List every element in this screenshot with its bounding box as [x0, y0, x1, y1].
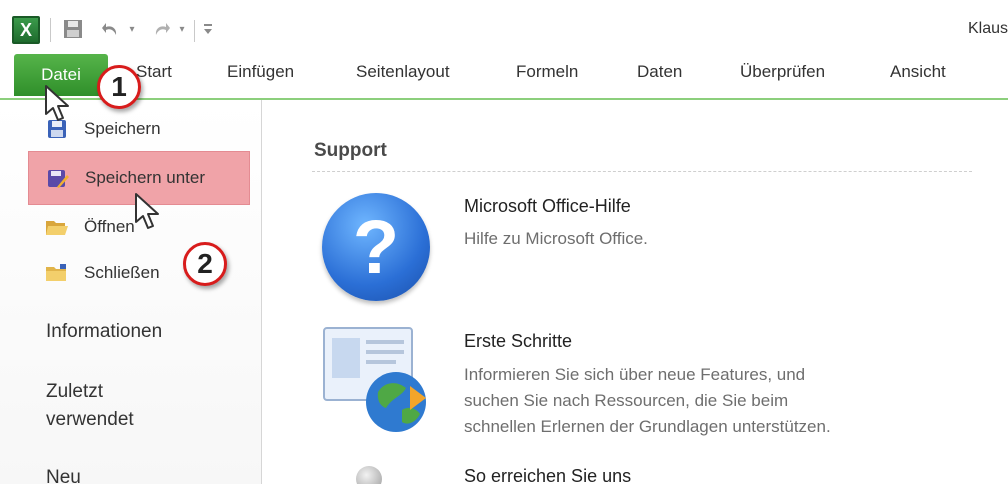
tab-daten[interactable]: Daten: [637, 62, 682, 82]
tab-ueberpruefen[interactable]: Überprüfen: [740, 62, 825, 82]
support-heading: Support: [314, 140, 387, 161]
save-icon[interactable]: [60, 16, 86, 42]
save-as-icon: [45, 167, 71, 189]
getting-started-title[interactable]: Erste Schritte: [464, 331, 572, 352]
nav-zuletzt-verwendet[interactable]: Zuletzt verwendet: [46, 378, 134, 434]
toolbar-divider: [50, 18, 51, 42]
nav-informationen[interactable]: Informationen: [46, 318, 162, 346]
mouse-cursor-icon: [134, 192, 164, 232]
customize-quick-access-icon[interactable]: [200, 16, 216, 42]
undo-icon[interactable]: [100, 16, 122, 42]
open-folder-icon: [44, 216, 70, 238]
tab-start[interactable]: Start: [136, 62, 172, 82]
getting-started-globe-icon[interactable]: [322, 326, 434, 438]
tab-einfuegen[interactable]: Einfügen: [227, 62, 294, 82]
step-marker-1: 1: [97, 65, 141, 109]
mouse-cursor-icon: [44, 84, 74, 124]
help-item-description: Hilfe zu Microsoft Office.: [464, 229, 648, 248]
redo-icon[interactable]: [150, 16, 172, 42]
save-as-command-label: Speichern unter: [85, 168, 206, 187]
excel-logo-icon[interactable]: X: [12, 16, 40, 44]
close-folder-icon: [44, 262, 70, 284]
help-item-title[interactable]: Microsoft Office-Hilfe: [464, 196, 631, 217]
nav-zuletzt-line2: verwendet: [46, 409, 134, 430]
close-command[interactable]: Schließen: [44, 262, 160, 284]
open-command[interactable]: Öffnen: [44, 216, 135, 238]
chevron-down-icon[interactable]: ▾: [176, 16, 188, 42]
open-command-label: Öffnen: [84, 217, 135, 236]
step-marker-2: 2: [183, 242, 227, 286]
tab-ansicht[interactable]: Ansicht: [890, 62, 946, 82]
section-divider: [312, 171, 972, 172]
chevron-down-icon[interactable]: ▾: [126, 16, 138, 42]
contact-item-title[interactable]: So erreichen Sie uns: [464, 466, 631, 484]
getting-started-description-line1: Informieren Sie sich über neue Features,…: [464, 365, 806, 384]
close-command-label: Schließen: [84, 263, 160, 282]
nav-zuletzt-line1: Zuletzt: [46, 381, 104, 402]
tab-seitenlayout[interactable]: Seitenlayout: [356, 62, 450, 82]
contact-icon[interactable]: [356, 466, 382, 484]
help-question-icon[interactable]: ?: [322, 193, 430, 301]
save-command-label: Speichern: [84, 119, 161, 138]
getting-started-description-line3: schnellen Erlernen der Grundlagen unters…: [464, 417, 831, 436]
toolbar-divider: [194, 20, 195, 42]
window-title: Klaus: [968, 20, 1008, 37]
tab-formeln[interactable]: Formeln: [516, 62, 578, 82]
nav-neu[interactable]: Neu: [46, 464, 81, 484]
title-bar: X ▾ ▾ Klaus: [0, 0, 1008, 48]
getting-started-description-line2: suchen Sie nach Ressourcen, die Sie beim: [464, 391, 789, 410]
